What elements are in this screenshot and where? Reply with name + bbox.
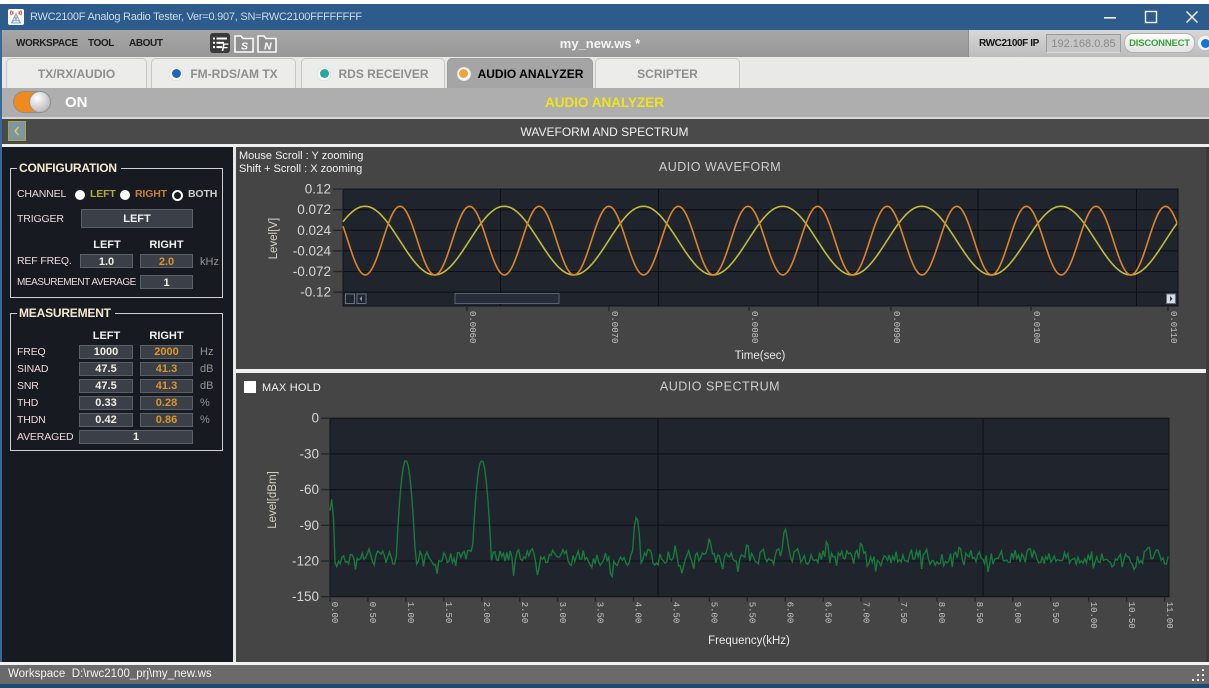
- svg-text:-0.12: -0.12: [300, 285, 331, 300]
- svg-text:-60: -60: [299, 482, 319, 497]
- svg-text:1.00: 1.00: [405, 602, 415, 624]
- svg-text:6.00: 6.00: [784, 602, 794, 624]
- svg-text:1.50: 1.50: [443, 602, 453, 624]
- svg-text:2.00: 2.00: [481, 602, 491, 624]
- svg-text:9.50: 9.50: [1050, 602, 1060, 624]
- svg-text:F: F: [222, 42, 229, 54]
- svg-text:0.12: 0.12: [305, 182, 331, 197]
- svg-text:7.00: 7.00: [860, 602, 870, 624]
- svg-text:0.0080: 0.0080: [749, 311, 759, 343]
- svg-text:-120: -120: [292, 554, 319, 569]
- svg-text:6.50: 6.50: [822, 602, 832, 624]
- svg-text:3.00: 3.00: [557, 602, 567, 624]
- svg-text:N: N: [264, 41, 272, 53]
- svg-text:0: 0: [311, 411, 319, 426]
- svg-text:Level[dBm]: Level[dBm]: [267, 471, 279, 529]
- svg-text:-0.024: -0.024: [293, 243, 332, 258]
- svg-text:8.50: 8.50: [974, 602, 984, 624]
- svg-text:0.0110: 0.0110: [1168, 311, 1178, 343]
- svg-text:-150: -150: [292, 589, 319, 604]
- svg-text:MAX HOLD: MAX HOLD: [262, 382, 321, 394]
- svg-text:4.00: 4.00: [633, 602, 643, 624]
- svg-text:7.50: 7.50: [898, 602, 908, 624]
- svg-text:0.024: 0.024: [297, 223, 331, 238]
- svg-text:-0.072: -0.072: [293, 264, 331, 279]
- svg-text:0.0100: 0.0100: [1031, 311, 1041, 343]
- svg-text:Time(sec): Time(sec): [735, 350, 786, 362]
- svg-text:3.50: 3.50: [595, 602, 605, 624]
- svg-text:0.00: 0.00: [329, 602, 339, 624]
- svg-text:0.0070: 0.0070: [609, 311, 619, 343]
- svg-text:0.072: 0.072: [297, 202, 331, 217]
- svg-text:10.00: 10.00: [1088, 602, 1098, 629]
- svg-text:Frequency(kHz): Frequency(kHz): [708, 635, 790, 647]
- svg-text:4.50: 4.50: [671, 602, 681, 624]
- svg-text:5.50: 5.50: [747, 602, 757, 624]
- svg-text:-30: -30: [299, 446, 319, 461]
- svg-text:11.00: 11.00: [1164, 602, 1174, 629]
- svg-text:AUDIO WAVEFORM: AUDIO WAVEFORM: [659, 160, 781, 174]
- svg-text:Level[V]: Level[V]: [268, 218, 280, 260]
- svg-text:Mouse Scroll : Y zooming: Mouse Scroll : Y zooming: [239, 150, 363, 162]
- svg-text:2.50: 2.50: [519, 602, 529, 624]
- svg-text:AUDIO SPECTRUM: AUDIO SPECTRUM: [660, 380, 780, 394]
- svg-text:Shift + Scroll : X zooming: Shift + Scroll : X zooming: [239, 163, 362, 175]
- svg-text:5.00: 5.00: [709, 602, 719, 624]
- svg-text:0.50: 0.50: [367, 602, 377, 624]
- svg-text:10.50: 10.50: [1126, 602, 1136, 629]
- svg-text:9.00: 9.00: [1012, 602, 1022, 624]
- svg-text:8.00: 8.00: [936, 602, 946, 624]
- svg-text:-90: -90: [299, 518, 319, 533]
- svg-text:0.0060: 0.0060: [467, 311, 477, 343]
- svg-text:S: S: [241, 41, 248, 53]
- svg-text:0.0090: 0.0090: [891, 311, 901, 343]
